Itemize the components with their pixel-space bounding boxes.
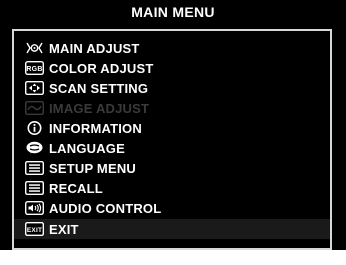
menu-item-setup-menu[interactable]: SETUP MENU	[14, 158, 330, 178]
menu-item-label: LANGUAGE	[49, 140, 125, 156]
audio-control-icon	[25, 201, 44, 215]
menu-item-label: AUDIO CONTROL	[49, 200, 162, 216]
menu-item-label: MAIN ADJUST	[49, 40, 140, 56]
menu-item-audio-control[interactable]: AUDIO CONTROL	[14, 198, 330, 218]
menu-item-recall[interactable]: RECALL	[14, 178, 330, 198]
main-adjust-icon	[25, 41, 44, 55]
scan-setting-icon	[25, 81, 44, 95]
menu-item-scan-setting[interactable]: SCAN SETTING	[14, 78, 330, 98]
image-adjust-icon	[25, 101, 44, 115]
menu-item-label: SETUP MENU	[49, 160, 136, 176]
rgb-icon: RGB	[25, 61, 44, 75]
recall-icon	[25, 181, 44, 195]
language-icon	[25, 141, 44, 155]
osd-main-menu: MAIN MENU MAIN ADJUST RGB COLOR ADJUST S…	[0, 0, 346, 265]
menu-item-label: EXIT	[49, 221, 79, 237]
menu-item-exit[interactable]: EXIT EXIT	[14, 219, 330, 239]
setup-menu-icon	[25, 161, 44, 175]
menu-item-label: COLOR ADJUST	[49, 60, 154, 76]
exit-icon-text: EXIT	[27, 227, 42, 234]
information-icon	[25, 121, 44, 135]
exit-icon: EXIT	[25, 222, 44, 236]
menu-item-label: IMAGE ADJUST	[49, 100, 150, 116]
screen-bottom-margin	[0, 250, 346, 265]
menu-list: MAIN ADJUST RGB COLOR ADJUST SCAN SETTIN…	[12, 29, 332, 250]
menu-item-label: SCAN SETTING	[49, 80, 149, 96]
menu-item-label: RECALL	[49, 180, 103, 196]
menu-title: MAIN MENU	[131, 4, 215, 20]
menu-item-information[interactable]: INFORMATION	[14, 118, 330, 138]
menu-item-language[interactable]: LANGUAGE	[14, 138, 330, 158]
menu-item-image-adjust: IMAGE ADJUST	[14, 98, 330, 118]
rgb-icon-text: RGB	[26, 66, 42, 73]
menu-item-main-adjust[interactable]: MAIN ADJUST	[14, 38, 330, 58]
menu-item-color-adjust[interactable]: RGB COLOR ADJUST	[14, 58, 330, 78]
menu-item-label: INFORMATION	[49, 120, 142, 136]
